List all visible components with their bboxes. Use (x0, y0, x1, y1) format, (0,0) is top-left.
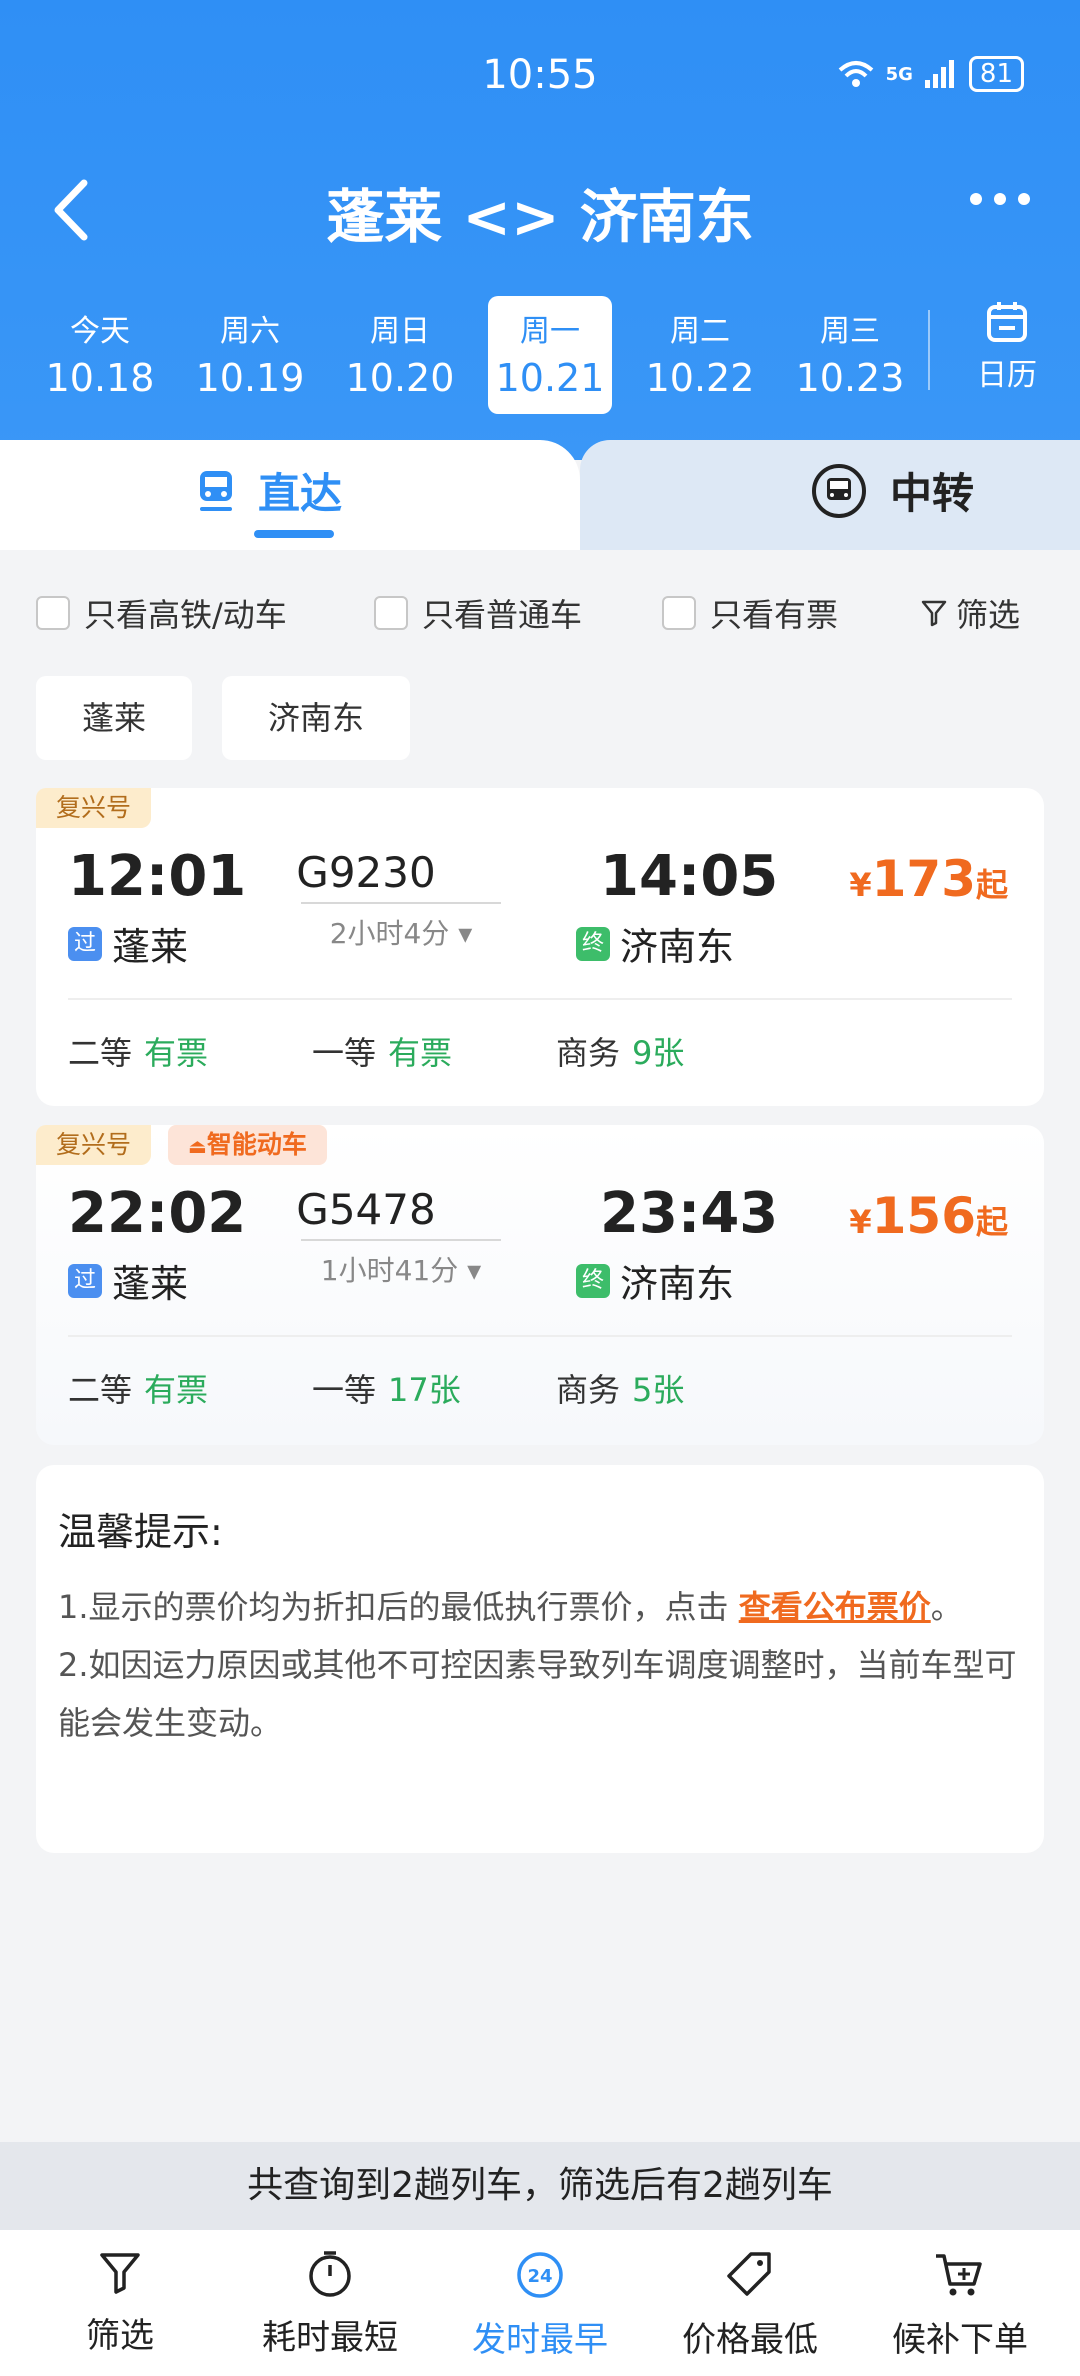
duration[interactable]: 2小时4分 ▾ (276, 912, 526, 952)
cart-add-icon (936, 2254, 982, 2296)
tab-indicator (254, 530, 334, 538)
tips-panel: 温馨提示: 1.显示的票价均为折扣后的最低执行票价，点击 查看公布票价。 2.如… (36, 1465, 1044, 1853)
price: ¥ 156 起 (849, 1187, 1008, 1245)
signal-label: 5G (885, 63, 913, 85)
train-card[interactable]: 复兴号 12:01 G9230 2小时4分 ▾ 14:05 过 蓬莱 终 济南东… (36, 788, 1044, 1106)
train-number: G5478 (296, 1185, 436, 1234)
header: 10:55 5G 81 蓬莱 <> 济南东 今天 10.18 周六 10.19 … (0, 0, 1080, 460)
seat-second-class: 二等 有票 (68, 1371, 209, 1409)
terminal-badge: 终 (576, 926, 610, 961)
arrival-time: 23:43 (600, 1181, 779, 1246)
bottom-nav: 筛选 耗时最短 24 发时最早 价格最低 候补下单 (0, 2230, 1080, 2376)
transfer-bus-icon (812, 463, 866, 518)
battery-icon: 81 (968, 56, 1024, 92)
date-item[interactable]: 周日 10.20 (338, 296, 462, 414)
pass-badge: 过 (68, 1263, 102, 1298)
checkbox[interactable] (662, 596, 696, 630)
result-summary: 共查询到2趟列车，筛选后有2趟列车 (0, 2142, 1080, 2230)
arrival-time: 14:05 (600, 844, 779, 909)
triangle-down-icon: ▾ (467, 1254, 482, 1287)
nav-earliest-departure[interactable]: 24 发时最早 (440, 2250, 640, 2361)
seat-list: 二等 有票 一等 有票 商务 9张 (68, 1028, 968, 1078)
nav-waitlist[interactable]: 候补下单 (860, 2250, 1060, 2361)
seat-second-class: 二等 有票 (68, 1034, 209, 1072)
arrival-station: 终 济南东 (576, 916, 734, 971)
seat-list: 二等 有票 一等 17张 商务 5张 (68, 1365, 968, 1415)
tab-bar: 中转 直达 (0, 440, 1080, 550)
train-tag: 复兴号 (36, 1125, 152, 1165)
duration[interactable]: 1小时41分 ▾ (276, 1249, 526, 1289)
seat-first-class: 一等 17张 (312, 1371, 461, 1409)
triangle-down-icon: ▾ (458, 917, 473, 950)
filter-high-speed[interactable]: 只看高铁/动车 (36, 590, 287, 636)
nav-lowest-price[interactable]: 价格最低 (650, 2250, 850, 2361)
seat-business: 商务 5张 (556, 1371, 685, 1409)
calendar-icon (987, 302, 1027, 342)
station-chip-from[interactable]: 蓬莱 (36, 676, 193, 760)
departure-time: 22:02 (68, 1181, 247, 1246)
tab-direct[interactable]: 直达 (0, 440, 580, 550)
divider (301, 902, 501, 904)
train-outline-icon: ⏏ (188, 1134, 207, 1158)
filter-row: 只看高铁/动车 只看普通车 只看有票 筛选 (0, 590, 1080, 650)
nav-shortest-duration[interactable]: 耗时最短 (230, 2250, 430, 2359)
station-chips: 蓬莱 济南东 (36, 676, 411, 760)
price: ¥ 173 起 (849, 850, 1008, 908)
tab-transfer[interactable]: 中转 (580, 440, 1080, 550)
terminal-badge: 终 (576, 1263, 610, 1298)
filter-normal[interactable]: 只看普通车 (374, 590, 582, 636)
date-item[interactable]: 周三 10.23 (788, 296, 912, 414)
divider (928, 310, 930, 390)
filter-icon (921, 600, 947, 627)
nav-filter[interactable]: 筛选 (20, 2250, 220, 2357)
screen-button[interactable]: 筛选 (920, 590, 1020, 636)
train-icon (200, 470, 232, 511)
signal-icon (924, 60, 954, 88)
departure-station: 过 蓬莱 (68, 916, 188, 971)
seat-first-class: 一等 有票 (312, 1034, 453, 1072)
date-item-selected[interactable]: 周一 10.21 (488, 296, 612, 414)
price-tag-icon (727, 2252, 771, 2296)
smart-train-tag: ⏏智能动车 (168, 1125, 327, 1165)
seat-business: 商务 9张 (556, 1034, 685, 1072)
clock-24-icon: 24 (517, 2252, 563, 2298)
status-icons: 5G 81 (836, 56, 1024, 92)
filter-icon (100, 2253, 140, 2294)
checkbox[interactable] (36, 596, 70, 630)
more-icon[interactable] (970, 193, 1030, 205)
svg-text:24: 24 (527, 2266, 552, 2287)
published-fare-link[interactable]: 查看公布票价 (739, 1588, 931, 1626)
filter-available[interactable]: 只看有票 (662, 590, 838, 636)
tips-title: 温馨提示: (58, 1510, 223, 1554)
calendar-button[interactable]: 日历 (952, 300, 1062, 394)
arrival-station: 终 济南东 (576, 1253, 734, 1308)
date-item[interactable]: 今天 10.18 (38, 296, 162, 414)
pass-badge: 过 (68, 926, 102, 961)
date-item[interactable]: 周二 10.22 (638, 296, 762, 414)
page-title: 蓬莱 <> 济南东 (326, 183, 754, 251)
divider (68, 998, 1012, 1000)
train-tag: 复兴号 (36, 788, 152, 828)
departure-station: 过 蓬莱 (68, 1253, 188, 1308)
wifi-icon (838, 61, 873, 87)
divider (301, 1239, 501, 1241)
tip-line-2: 2.如因运力原因或其他不可控因素导致列车调度调整时，当前车型可能会发生变动。 (58, 1646, 1017, 1742)
checkbox[interactable] (374, 596, 408, 630)
station-chip-to[interactable]: 济南东 (222, 676, 411, 760)
train-card[interactable]: 复兴号 ⏏智能动车 22:02 G5478 1小时41分 ▾ 23:43 过 蓬… (36, 1125, 1044, 1445)
departure-time: 12:01 (68, 844, 247, 909)
train-number: G9230 (296, 848, 436, 897)
divider (68, 1335, 1012, 1337)
tip-line-1: 1.显示的票价均为折扣后的最低执行票价，点击 查看公布票价。 (58, 1588, 963, 1626)
date-strip: 今天 10.18 周六 10.19 周日 10.20 周一 10.21 周二 1… (0, 296, 1080, 416)
timer-icon (309, 2251, 351, 2297)
date-item[interactable]: 周六 10.19 (188, 296, 312, 414)
